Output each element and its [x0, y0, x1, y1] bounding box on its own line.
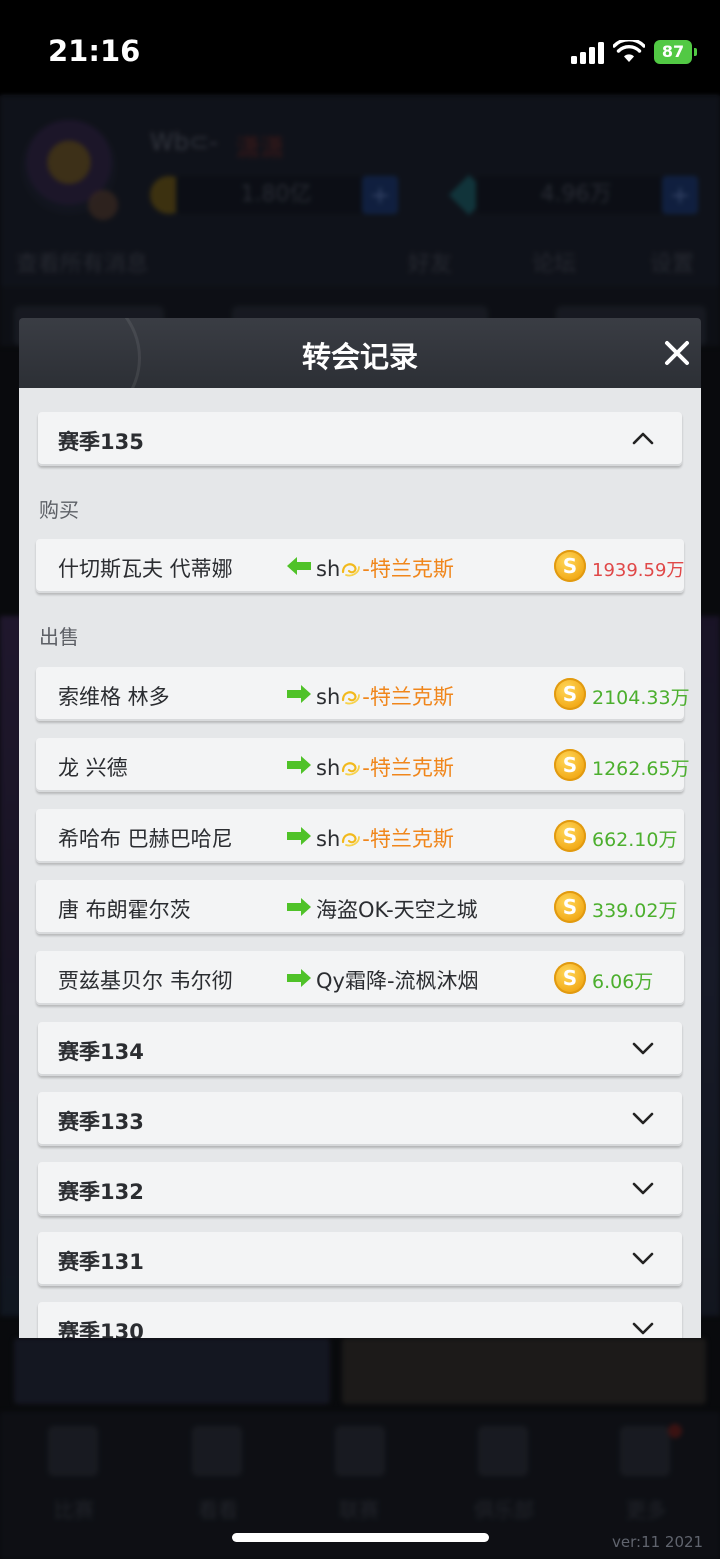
transfer-price: 2104.33万 [592, 687, 690, 709]
player-name: 唐 布朗霍尔茨 [58, 898, 191, 922]
club-separator: - [362, 756, 370, 780]
transfer-record-sell[interactable]: 龙 兴德 sh -特兰克斯 S 1262.65万 [36, 738, 690, 792]
modal-title: 转会记录 [301, 340, 418, 374]
club-separator: - [362, 685, 370, 709]
season-label: 赛季131 [58, 1250, 144, 1274]
player-name: 什切斯瓦夫 代蒂娜 [58, 557, 233, 581]
club-separator: - [386, 969, 395, 993]
club-team: 特兰克斯 [369, 685, 454, 709]
club-separator: - [362, 827, 370, 851]
arrow-right-icon [287, 898, 311, 916]
club-separator: - [386, 898, 394, 922]
club-owner: sh [316, 685, 341, 709]
club-team: 特兰克斯 [369, 557, 454, 581]
club-name: Qy霜降-流枫沐烟 [316, 965, 479, 995]
season-header-open[interactable]: 赛季135 [38, 412, 682, 466]
season-label: 赛季133 [58, 1110, 144, 1134]
season-header-collapsed[interactable]: 赛季130 [38, 1302, 682, 1338]
player-name: 希哈布 巴赫巴哈尼 [58, 827, 233, 851]
transfer-record-sell[interactable]: 贾兹基贝尔 韦尔彻 Qy霜降-流枫沐烟 S 6.06万 [36, 951, 684, 1005]
chevron-down-icon [632, 1042, 654, 1055]
dizzy-emoji-icon [342, 762, 361, 776]
season-label: 赛季130 [58, 1320, 144, 1338]
chevron-down-icon [632, 1322, 654, 1335]
club-owner: sh [316, 827, 341, 851]
sell-section-label: 出售 [39, 625, 79, 649]
club-name: sh -特兰克斯 [316, 823, 454, 853]
club-name: sh -特兰克斯 [316, 553, 454, 583]
club-team: 特兰克斯 [369, 827, 454, 851]
transfer-price: 339.02万 [592, 900, 678, 922]
modal-header: 转会记录 [19, 318, 701, 388]
buy-section-label: 购买 [39, 498, 79, 522]
club-team: 天空之城 [393, 898, 478, 922]
club-owner: Qy霜降 [316, 969, 387, 993]
gold-coin-icon: S [554, 891, 586, 923]
arrow-right-icon [287, 756, 311, 774]
arrow-right-icon [287, 969, 311, 987]
home-indicator[interactable] [232, 1533, 489, 1542]
transfer-price: 1262.65万 [592, 758, 690, 780]
season-header-collapsed[interactable]: 赛季132 [38, 1162, 682, 1216]
signal-icon [571, 42, 605, 64]
club-separator: - [362, 557, 370, 581]
status-time: 21:16 [48, 34, 141, 68]
modal-body[interactable]: 赛季135 购买 什切斯瓦夫 代蒂娜 sh -特兰克斯 S 1939.59万 出售 索维… [19, 388, 701, 1338]
transfer-record-sell[interactable]: 索维格 林多 sh -特兰克斯 S 2104.33万 [36, 667, 690, 721]
arrow-left-icon [287, 557, 311, 575]
club-name: 海盗OK-天空之城 [316, 894, 478, 924]
dizzy-emoji-icon [342, 833, 361, 847]
season-label: 赛季135 [58, 430, 144, 454]
wifi-icon [613, 40, 645, 62]
chevron-down-icon [632, 1112, 654, 1125]
player-name: 索维格 林多 [58, 685, 170, 709]
gold-coin-icon: S [554, 749, 586, 781]
season-label: 赛季132 [58, 1180, 144, 1204]
transfer-record-sell[interactable]: 希哈布 巴赫巴哈尼 sh -特兰克斯 S 662.10万 [36, 809, 684, 863]
season-header-collapsed[interactable]: 赛季131 [38, 1232, 682, 1286]
chevron-down-icon [632, 1252, 654, 1265]
gold-coin-icon: S [554, 962, 586, 994]
transfer-price: 662.10万 [592, 829, 678, 851]
season-header-collapsed[interactable]: 赛季133 [38, 1092, 682, 1146]
club-owner: 海盗OK [316, 898, 387, 922]
club-owner: sh [316, 557, 341, 581]
close-icon[interactable] [664, 340, 690, 366]
transfer-record-buy[interactable]: 什切斯瓦夫 代蒂娜 sh -特兰克斯 S 1939.59万 [36, 539, 684, 593]
chevron-down-icon [632, 1182, 654, 1195]
dizzy-emoji-icon [342, 691, 361, 705]
player-name: 龙 兴德 [58, 756, 128, 780]
transfer-record-sell[interactable]: 唐 布朗霍尔茨 海盗OK-天空之城 S 339.02万 [36, 880, 684, 934]
club-name: sh -特兰克斯 [316, 752, 454, 782]
transfer-price: 1939.59万 [592, 560, 685, 581]
gold-coin-icon: S [554, 550, 586, 582]
arrow-right-icon [287, 685, 311, 703]
arrow-right-icon [287, 827, 311, 845]
club-name: sh -特兰克斯 [316, 681, 454, 711]
player-name: 贾兹基贝尔 韦尔彻 [58, 969, 233, 993]
battery-icon: 87 [654, 40, 697, 64]
gold-coin-icon: S [554, 678, 586, 710]
season-label: 赛季134 [58, 1040, 144, 1064]
gold-coin-icon: S [554, 820, 586, 852]
version-label: ver:11 2021 [612, 1533, 704, 1551]
club-owner: sh [316, 756, 341, 780]
club-team: 流枫沐烟 [394, 969, 479, 993]
chevron-up-icon [632, 432, 654, 445]
season-header-collapsed[interactable]: 赛季134 [38, 1022, 682, 1076]
status-bar: 21:16 87 [0, 0, 720, 96]
transfer-price: 6.06万 [592, 971, 654, 993]
dizzy-emoji-icon [342, 563, 361, 577]
club-team: 特兰克斯 [369, 756, 454, 780]
transfer-history-modal: 转会记录 赛季135 购买 什切斯瓦夫 代蒂娜 sh -特兰克斯 S 1939.59万 … [19, 318, 701, 1338]
